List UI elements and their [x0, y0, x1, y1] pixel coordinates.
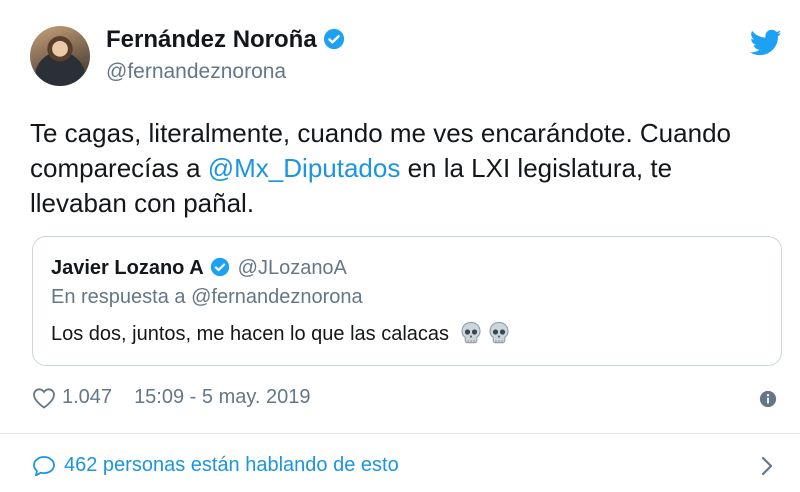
tweet-text: Te cagas, literalmente, cuando me ves en…: [30, 116, 770, 221]
verified-badge-icon: [323, 28, 344, 50]
tweet-footer: 1.047 15:09 - 5 may. 2019: [32, 386, 310, 409]
quoted-tweet-text: Los dos, juntos, me hacen lo que las cal…: [51, 321, 511, 346]
author-handle[interactable]: @fernandeznorona: [106, 60, 286, 84]
author-name-text[interactable]: Fernández Noroña: [106, 26, 317, 53]
author-name[interactable]: Fernández Noroña: [106, 26, 345, 54]
quoted-reply-context: En respuesta a @fernandeznorona: [51, 286, 363, 308]
timestamp[interactable]: 15:09 - 5 may. 2019: [134, 386, 310, 409]
info-icon[interactable]: [759, 390, 777, 408]
quoted-tweet-text-body: Los dos, juntos, me hacen lo que las cal…: [51, 323, 450, 345]
speech-bubble-icon: [33, 455, 55, 476]
quoted-author-handle: @JLozanoA: [237, 257, 347, 279]
chevron-right-icon[interactable]: [760, 455, 774, 477]
quoted-author: Javier Lozano A @JLozanoA: [51, 257, 347, 280]
skull-icon: [461, 321, 481, 344]
divider: [0, 433, 800, 434]
quoted-author-name: Javier Lozano A: [51, 257, 204, 279]
heart-icon[interactable]: [32, 387, 56, 409]
avatar[interactable]: [30, 26, 90, 86]
mention-link[interactable]: @Mx_Diputados: [208, 153, 401, 183]
skull-icon: [489, 321, 509, 344]
verified-badge-icon: [210, 257, 229, 277]
conversation-link[interactable]: 462 personas están hablando de esto: [32, 454, 399, 477]
like-count[interactable]: 1.047: [62, 386, 112, 409]
conversation-label[interactable]: 462 personas están hablando de esto: [64, 454, 399, 477]
twitter-bird-icon[interactable]: [750, 29, 782, 57]
